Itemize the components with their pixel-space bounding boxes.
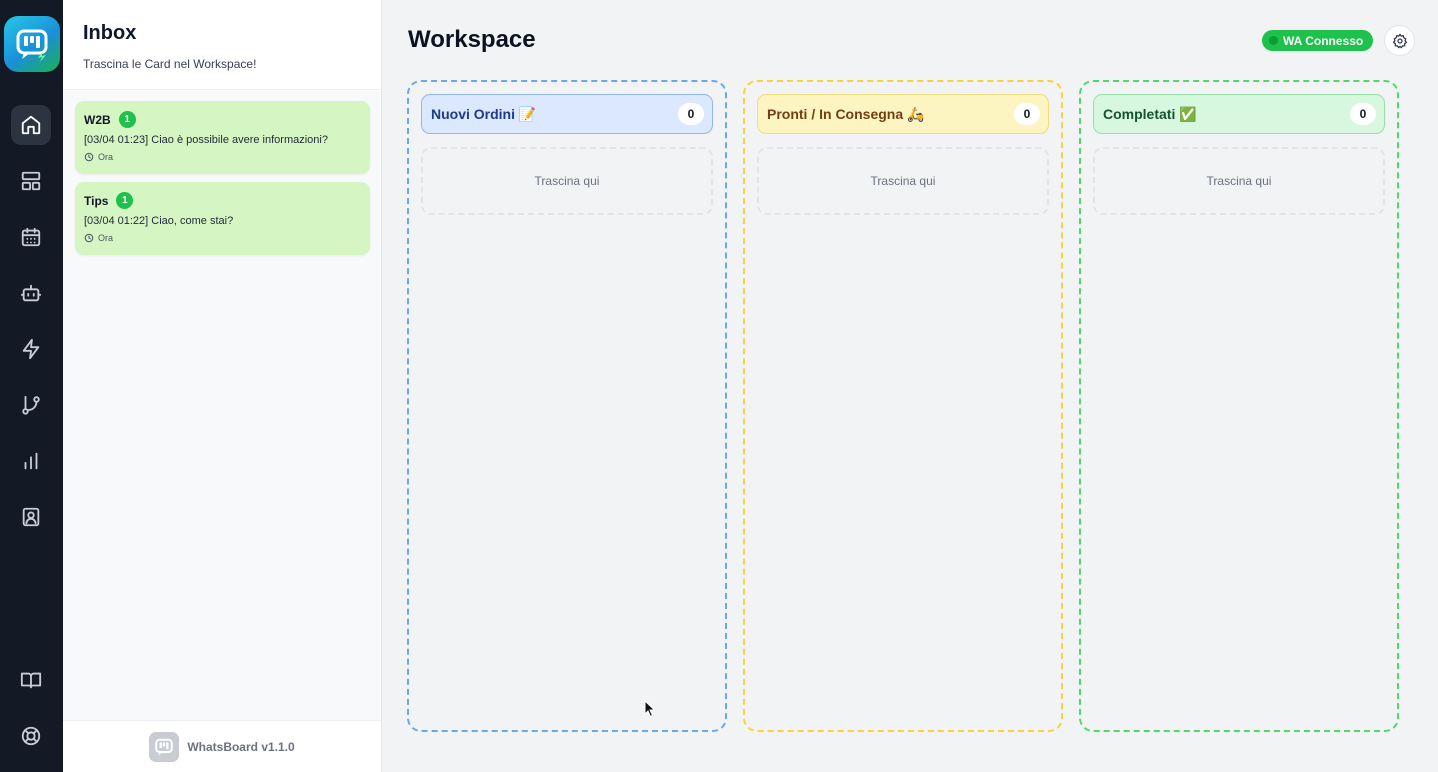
nav-analytics[interactable] (11, 441, 51, 481)
calendar-icon (21, 227, 41, 247)
status-label: WA Connesso (1283, 33, 1364, 48)
chat-card[interactable]: W2B 1 [03/04 01:23] Ciao è possibile ave… (75, 101, 370, 174)
drop-zone[interactable]: Trascina qui (1093, 147, 1385, 215)
column-title: Pronti / In Consegna 🛵 (767, 105, 925, 122)
inbox-panel: Inbox Trascina le Card nel Workspace! W2… (63, 0, 382, 772)
gear-icon (1392, 33, 1407, 48)
whatsboard-footer-logo-icon (149, 731, 180, 762)
column-header: Completati ✅ 0 (1093, 94, 1385, 134)
clock-icon (84, 233, 94, 243)
column-title: Nuovi Ordini 📝 (431, 105, 537, 122)
inbox-header: Inbox Trascina le Card nel Workspace! (63, 0, 381, 90)
column-title: Completati ✅ (1103, 105, 1197, 122)
whatsapp-status-badge: WA Connesso (1262, 30, 1374, 51)
nav-layout[interactable] (11, 161, 51, 201)
chat-last-message: [03/04 01:23] Ciao è possibile avere inf… (84, 134, 328, 146)
layout-icon (21, 171, 41, 191)
chat-card[interactable]: Tips 1 [03/04 01:22] Ciao, come stai? Or… (75, 182, 370, 255)
settings-button[interactable] (1384, 25, 1415, 56)
app-version: WhatsBoard v1.1.0 (187, 739, 295, 754)
bot-icon (20, 284, 42, 302)
chat-name: W2B (84, 112, 111, 127)
nav-help[interactable] (11, 716, 51, 756)
column-count: 0 (1014, 103, 1040, 125)
chat-time: Ora (98, 233, 114, 243)
nav-flows[interactable] (11, 385, 51, 425)
column-count: 0 (678, 103, 704, 125)
bar-chart-icon (24, 452, 38, 470)
git-branch-icon (22, 395, 40, 415)
contact-icon (22, 507, 40, 527)
clock-icon (84, 152, 94, 162)
app-version-footer: WhatsBoard v1.1.0 (63, 720, 381, 772)
lightning-icon (22, 338, 40, 360)
book-icon (20, 672, 42, 689)
status-dot-icon (1269, 36, 1278, 45)
column-header: Pronti / In Consegna 🛵 0 (757, 94, 1049, 134)
kanban-column-new-orders: Nuovi Ordini 📝 0 Trascina qui (407, 80, 727, 732)
drop-zone[interactable]: Trascina qui (757, 147, 1049, 215)
drop-zone[interactable]: Trascina qui (421, 147, 713, 215)
kanban-column-ready-delivery: Pronti / In Consegna 🛵 0 Trascina qui (743, 80, 1063, 732)
icon-sidebar (0, 0, 63, 772)
chat-name: Tips (84, 193, 109, 208)
unread-badge: 1 (118, 111, 136, 128)
nav-contacts[interactable] (11, 497, 51, 537)
nav-automations[interactable] (11, 329, 51, 369)
whatsboard-logo-icon[interactable] (4, 16, 60, 72)
column-header: Nuovi Ordini 📝 0 (421, 94, 713, 134)
inbox-subtitle: Trascina le Card nel Workspace! (83, 57, 257, 71)
page-title: Workspace (408, 26, 536, 53)
inbox-title: Inbox (83, 22, 137, 44)
mouse-cursor-icon (644, 700, 656, 718)
home-icon (21, 115, 41, 135)
kanban-column-completed: Completati ✅ 0 Trascina qui (1079, 80, 1399, 732)
nav-bot[interactable] (11, 273, 51, 313)
help-icon (21, 726, 41, 746)
column-count: 0 (1350, 103, 1376, 125)
nav-home[interactable] (11, 105, 51, 145)
unread-badge: 1 (116, 192, 134, 209)
chat-time: Ora (98, 152, 114, 162)
nav-docs[interactable] (11, 660, 51, 700)
nav-calendar[interactable] (11, 217, 51, 257)
chat-last-message: [03/04 01:22] Ciao, come stai? (84, 215, 234, 227)
chat-list: W2B 1 [03/04 01:23] Ciao è possibile ave… (63, 91, 381, 720)
